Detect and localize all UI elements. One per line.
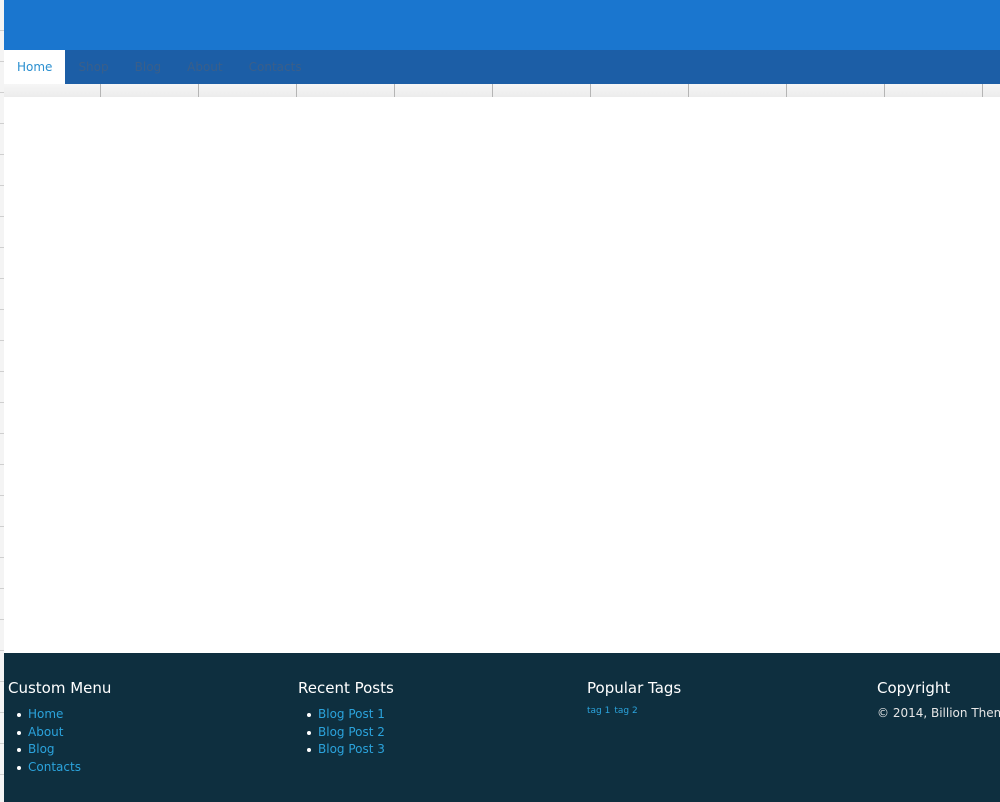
recent-post-link-3[interactable]: Blog Post 3 [318,742,385,756]
nav-item-home[interactable]: Home [4,50,66,84]
footer-popular-tags-title: Popular Tags [587,679,682,697]
list-item: Blog [16,741,111,759]
list-item: Blog Post 1 [307,706,394,724]
nav-item-blog[interactable]: Blog [122,50,175,84]
nav-item-contacts[interactable]: Contacts [236,50,315,84]
recent-post-link-1[interactable]: Blog Post 1 [318,707,385,721]
footer-custom-menu-list: Home About Blog Contacts [8,706,111,776]
recent-post-link-2[interactable]: Blog Post 2 [318,725,385,739]
footer-recent-posts: Recent Posts Blog Post 1 Blog Post 2 Blo… [298,679,394,759]
footer-link-contacts[interactable]: Contacts [28,760,81,774]
tag-link-1[interactable]: tag 1 [587,706,610,716]
main-content-area [4,97,1000,653]
footer-custom-menu: Custom Menu Home About Blog Contacts [8,679,111,776]
footer-link-blog[interactable]: Blog [28,742,55,756]
footer-popular-tags: Popular Tags tag 1 tag 2 [587,679,681,716]
list-item: Home [16,706,111,724]
tag-link-2[interactable]: tag 2 [614,706,637,716]
list-item: Blog Post 2 [307,724,394,742]
footer-copyright: Copyright © 2014, Billion Theme [877,679,1000,720]
header-banner [4,0,1000,50]
copyright-text: © 2014, Billion Theme [877,706,1000,720]
footer-copyright-title: Copyright [877,679,951,697]
tag-cloud: tag 1 tag 2 [587,706,681,716]
footer-recent-posts-list: Blog Post 1 Blog Post 2 Blog Post 3 [298,706,394,759]
nav-item-shop[interactable]: Shop [65,50,121,84]
wall-texture-divider [4,84,1000,97]
footer-custom-menu-title: Custom Menu [8,679,112,697]
site-footer: Custom Menu Home About Blog Contacts Rec… [4,653,1000,802]
nav-item-about[interactable]: About [174,50,235,84]
list-item: Blog Post 3 [307,741,394,759]
main-nav: Home Shop Blog About Contacts [4,50,1000,84]
footer-link-about[interactable]: About [28,725,63,739]
footer-link-home[interactable]: Home [28,707,63,721]
list-item: About [16,724,111,742]
footer-recent-posts-title: Recent Posts [298,679,394,697]
list-item: Contacts [16,759,111,777]
